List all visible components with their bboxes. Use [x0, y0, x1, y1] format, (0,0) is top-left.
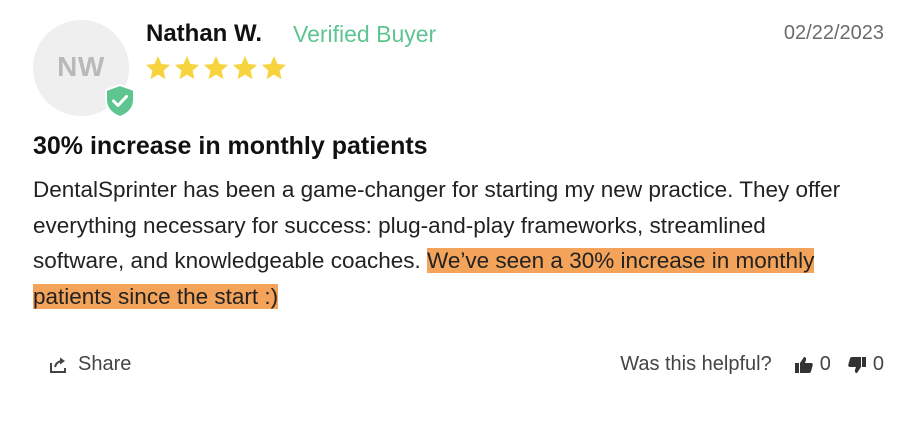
review-title: 30% increase in monthly patients: [33, 132, 428, 160]
star-icon: [261, 56, 287, 80]
upvote-count: 0: [819, 353, 831, 375]
star-icon: [203, 56, 229, 80]
share-icon: [50, 357, 66, 373]
verified-badge-icon: [105, 84, 135, 118]
share-label: Share: [78, 353, 132, 375]
star-rating: [144, 54, 288, 82]
upvote-button[interactable]: 0: [794, 353, 831, 376]
downvote-count: 0: [872, 353, 884, 375]
avatar-initials: NW: [57, 51, 105, 82]
star-icon: [174, 56, 200, 80]
review-card: NW Nathan W. Verified Buyer 02/22/2023 3…: [0, 0, 908, 421]
review-body: DentalSprinter has been a game-changer f…: [33, 172, 863, 314]
thumbs-up-icon: [794, 356, 813, 373]
thumbs-down-icon: [848, 356, 866, 373]
author-name: Nathan W.: [146, 20, 263, 47]
share-button[interactable]: Share: [48, 353, 131, 376]
star-icon: [145, 56, 171, 80]
helpfulness: Was this helpful? 0 0: [620, 353, 884, 376]
verified-buyer-label: Verified Buyer: [293, 21, 437, 47]
review-date: 02/22/2023: [783, 22, 884, 44]
helpful-label: Was this helpful?: [620, 353, 772, 375]
star-icon: [232, 56, 258, 80]
downvote-button[interactable]: 0: [847, 353, 884, 376]
